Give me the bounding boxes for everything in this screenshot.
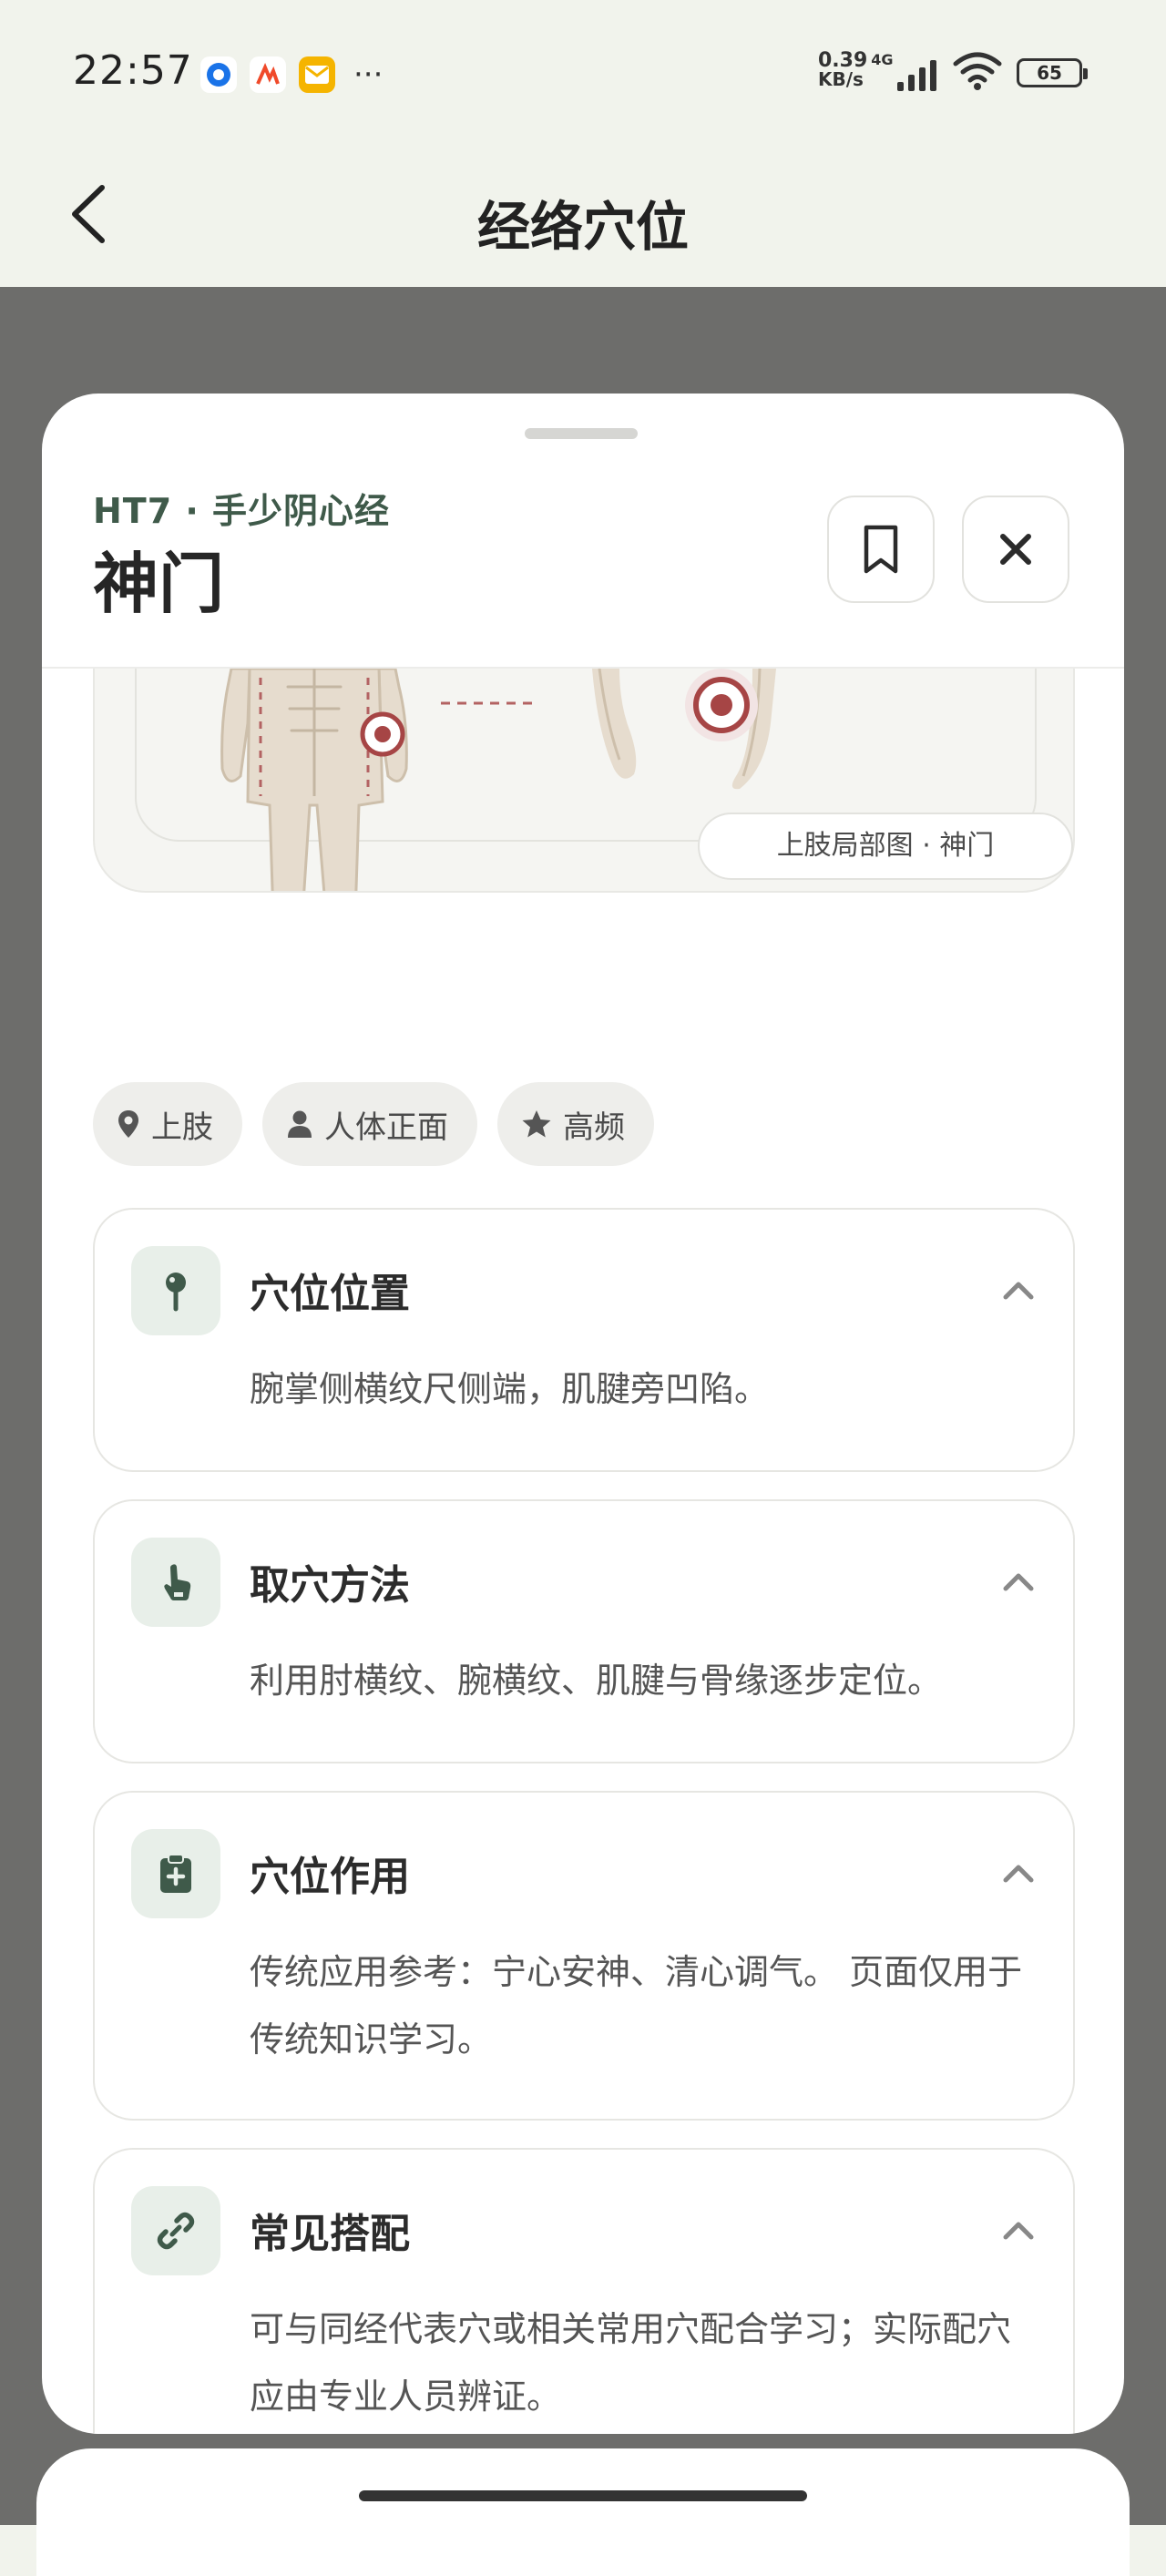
section-card-method[interactable]: 取穴方法 利用肘横纹、腕横纹、肌腱与骨缘逐步定位。: [93, 1499, 1075, 1763]
underlying-sheet-edge: [36, 2448, 1130, 2576]
hand-pointer-icon: [131, 1538, 220, 1627]
top-nav-bar: 经络穴位: [0, 146, 1166, 287]
section-title: 穴位位置: [250, 1271, 410, 1317]
tag-chip-region[interactable]: 上肢: [93, 1082, 242, 1166]
link-icon: [131, 2186, 220, 2275]
star-icon: [522, 1110, 551, 1138]
status-time: 22:57: [73, 47, 193, 94]
app-notification-icon: [250, 56, 286, 93]
person-icon: [288, 1110, 312, 1138]
illustration-caption: 上肢局部图 · 神门: [698, 813, 1073, 880]
app-notification-icon: [200, 56, 237, 93]
chevron-up-icon[interactable]: [1000, 1275, 1037, 1303]
tag-chip-view[interactable]: 人体正面: [262, 1082, 477, 1166]
chevron-up-icon[interactable]: [1000, 1567, 1037, 1594]
close-icon: [1000, 534, 1031, 565]
drag-handle[interactable]: [525, 428, 638, 439]
clipboard-medical-icon: [131, 1829, 220, 1918]
acupoint-code: HT7 · 手少阴心经: [93, 491, 391, 531]
section-body: 利用肘横纹、腕横纹、肌腱与骨缘逐步定位。: [250, 1661, 943, 1701]
status-bar: 22:57 ··· 0.39 4G KB/s 65: [0, 0, 1166, 146]
bookmark-icon: [864, 525, 898, 574]
section-body: 腕掌侧横纹尺侧端，肌腱旁凹陷。: [250, 1369, 770, 1409]
close-button[interactable]: [962, 496, 1069, 603]
chevron-up-icon[interactable]: [1000, 1858, 1037, 1886]
section-body: 传统应用参考：宁心安神、清心调气。 页面仅用于传统知识学习。: [250, 1952, 1023, 2060]
section-body: 可与同经代表穴或相关常用穴配合学习；实际配穴应由专业人员辨证。: [250, 2309, 1012, 2417]
signal-icon: [897, 55, 936, 91]
section-title: 穴位作用: [250, 1854, 410, 1900]
acupoint-detail-sheet: HT7 · 手少阴心经 神门 上肢局部图 · 神门 上肢 人体正面 高频 穴位位…: [42, 394, 1124, 2434]
acupoint-name: 神门: [93, 546, 225, 622]
pin-icon: [131, 1246, 220, 1335]
tag-list: 上肢 人体正面 高频: [93, 1082, 654, 1166]
location-pin-icon: [118, 1110, 138, 1138]
mail-icon: [299, 56, 335, 93]
tag-chip-frequency[interactable]: 高频: [497, 1082, 654, 1166]
section-card-combination[interactable]: 常见搭配 可与同经代表穴或相关常用穴配合学习；实际配穴应由专业人员辨证。: [93, 2148, 1075, 2434]
section-title: 常见搭配: [250, 2211, 410, 2257]
more-notifications-icon: ···: [353, 56, 384, 93]
wifi-icon: [953, 52, 1002, 90]
section-card-location[interactable]: 穴位位置 腕掌侧横纹尺侧端，肌腱旁凹陷。: [93, 1208, 1075, 1472]
bookmark-button[interactable]: [827, 496, 935, 603]
chevron-up-icon[interactable]: [1000, 2215, 1037, 2243]
page-title: 经络穴位: [476, 196, 689, 258]
home-indicator[interactable]: [359, 2490, 807, 2501]
network-speed: 0.39 4G KB/s: [818, 49, 894, 90]
battery-indicator: 65: [1017, 58, 1088, 87]
section-title: 取穴方法: [250, 1562, 410, 1609]
section-card-effect[interactable]: 穴位作用 传统应用参考：宁心安神、清心调气。 页面仅用于传统知识学习。: [93, 1791, 1075, 2121]
